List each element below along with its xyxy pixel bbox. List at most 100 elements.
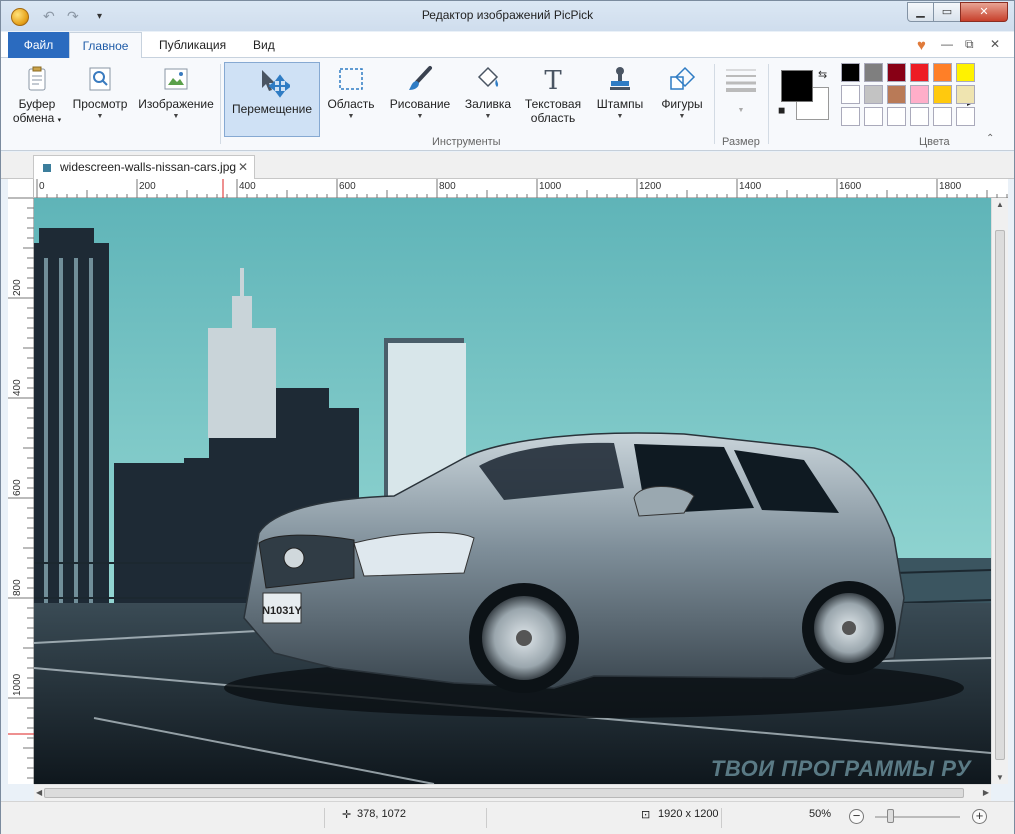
zoom-slider-thumb[interactable] [887,809,894,823]
minimize-ribbon-icon[interactable]: — [941,37,953,51]
color-swatch[interactable] [910,63,929,82]
scroll-left-icon[interactable]: ◀ [36,788,42,797]
vertical-ruler: 200 400 600 800 1000 [8,198,34,784]
ribbon: Буфер обмена ▾ Просмотр ▼ Изображение ▼ [1,58,1014,151]
maximize-button[interactable]: ▭ [933,2,961,22]
scroll-up-icon[interactable]: ▲ [996,200,1004,209]
horizontal-scroll-thumb[interactable] [44,788,964,798]
close-document-icon[interactable]: ✕ [990,37,1000,51]
color-swatch[interactable] [864,63,883,82]
ruler-label: 1000 [12,673,23,696]
fill-tool-button[interactable]: Заливка ▼ [461,62,515,132]
group-label-colors: Цвета [919,136,950,148]
region-tool-button[interactable]: Область ▼ [324,62,378,132]
color-swatch[interactable] [956,63,975,82]
size-button[interactable]: ▼ [719,62,763,132]
image-canvas[interactable]: N1031Y ТВОИ ПРОГРАММЫ РУ [34,198,991,784]
heart-icon[interactable]: ♥ [917,37,926,54]
brush-icon [409,66,432,90]
chevron-down-icon: ▾ [57,117,62,124]
restore-document-icon[interactable]: ⧉ [965,37,974,52]
swap-colors-icon[interactable]: ⇆ [818,68,827,81]
ruler-label: 1200 [639,181,662,192]
ruler-label: 800 [439,181,456,192]
zoom-in-button[interactable]: + [972,809,987,824]
tab-home[interactable]: Главное [69,32,142,59]
horizontal-ruler: 0 200 400 600 800 1000 1200 1400 1600 1800 [34,179,1008,198]
draw-tool-button[interactable]: Рисование ▼ [386,62,454,132]
vertical-scroll-thumb[interactable] [995,230,1005,760]
tab-view[interactable]: Вид [241,32,287,58]
minimize-button[interactable]: ▁ [907,2,934,22]
text-area-tool-button[interactable]: T Текстовая область [521,62,585,132]
reset-colors-icon[interactable]: ◼ [778,105,785,116]
color-swatch[interactable] [841,63,860,82]
color-swatch[interactable] [887,85,906,104]
horizontal-scrollbar[interactable]: ◀ ▶ [34,784,991,801]
region-tool-label: Область [327,97,375,111]
zoom-out-button[interactable]: − [849,809,864,824]
color-swatch[interactable] [887,63,906,82]
clipboard-label-1: Буфер [18,97,56,111]
status-bar: ✛ 378, 1072 ⊡ 1920 x 1200 50% − + [1,801,1014,834]
ruler-label: 1800 [939,181,962,192]
chevron-down-icon: ▼ [416,113,424,120]
color-swatch[interactable] [933,107,952,126]
ruler-corner [8,179,34,198]
text-icon: T [544,66,562,93]
close-tab-icon[interactable]: ✕ [238,156,248,178]
ruler-label: 400 [239,181,256,192]
title-bar: ↶ ↷ ▾ Редактор изображений PicPick ▁ ▭ ✕ [1,1,1014,31]
foreground-color-swatch[interactable] [781,70,813,102]
ribbon-launcher-icon[interactable]: ⌃ [986,133,994,144]
vertical-scrollbar[interactable]: ▲ ▼ [991,198,1008,784]
ribbon-separator [714,64,715,144]
tab-file[interactable]: Файл [8,32,69,58]
document-tab[interactable]: widescreen-walls-nissan-cars.jpg ✕ [33,155,255,179]
ribbon-separator [220,64,221,144]
chevron-down-icon: ▼ [678,113,686,120]
shapes-tool-button[interactable]: Фигуры ▼ [655,62,709,132]
ruler-ticks [36,179,1008,198]
region-select-icon [339,68,363,90]
chevron-down-icon: ▼ [347,113,355,120]
color-swatch[interactable] [956,85,975,104]
document-tabs: widescreen-walls-nissan-cars.jpg ✕ [1,152,1014,179]
color-swatch[interactable] [887,107,906,126]
move-tool-label: Перемещение [232,102,312,116]
clipboard-button[interactable]: Буфер обмена ▾ [9,62,65,132]
fill-tool-label: Заливка [464,97,512,111]
app-window: ↶ ↷ ▾ Редактор изображений PicPick ▁ ▭ ✕… [0,0,1015,834]
color-swatch[interactable] [933,63,952,82]
status-divider [324,808,325,828]
status-divider [721,808,722,828]
preview-button[interactable]: Просмотр ▼ [69,62,131,132]
ruler-label: 0 [39,181,45,192]
color-swatch[interactable] [956,107,975,126]
scroll-down-icon[interactable]: ▼ [996,773,1004,782]
shapes-tool-label: Фигуры [661,97,703,111]
color-swatch[interactable] [933,85,952,104]
car-photo: N1031Y [34,198,991,784]
tab-publish[interactable]: Публикация [147,32,238,58]
close-button[interactable]: ✕ [960,2,1008,22]
stamps-tool-button[interactable]: Штампы ▼ [593,62,647,132]
color-swatch[interactable] [841,85,860,104]
color-swatch[interactable] [841,107,860,126]
color-swatch[interactable] [910,85,929,104]
text-area-label-2: область [530,111,576,125]
group-label-size: Размер [722,136,760,148]
color-swatch[interactable] [864,85,883,104]
move-tool-button[interactable]: Перемещение [224,62,320,137]
status-divider [486,808,487,828]
chevron-down-icon: ▼ [616,113,624,120]
ruler-label: 200 [139,181,156,192]
ruler-label: 600 [12,479,23,496]
draw-tool-label: Рисование [389,97,451,111]
ruler-label: 600 [339,181,356,192]
image-button[interactable]: Изображение ▼ [135,62,217,132]
ruler-label: 800 [12,579,23,596]
color-swatch[interactable] [910,107,929,126]
scroll-right-icon[interactable]: ▶ [983,788,989,797]
color-swatch[interactable] [864,107,883,126]
